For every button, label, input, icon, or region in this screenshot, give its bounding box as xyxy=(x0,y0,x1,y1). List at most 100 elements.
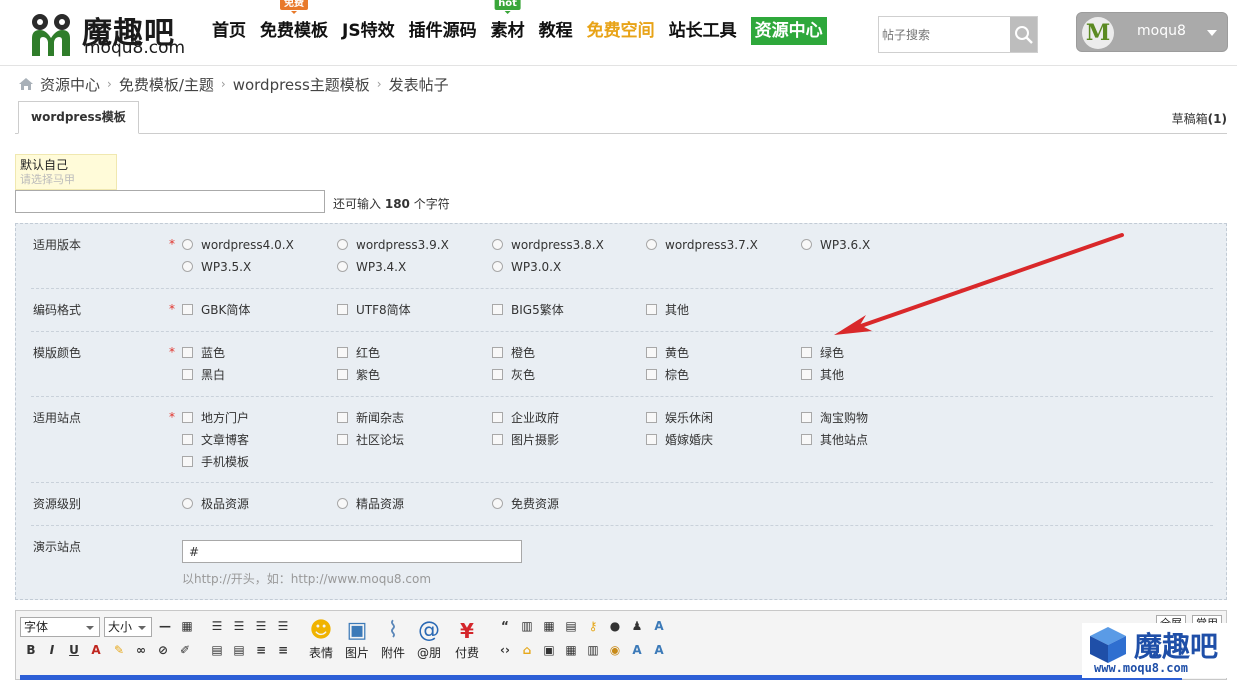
key-icon[interactable]: ⚷ xyxy=(584,617,602,635)
checkbox[interactable] xyxy=(801,369,812,380)
radio[interactable] xyxy=(492,239,503,250)
version-option[interactable]: wordpress3.7.X xyxy=(646,237,758,253)
layout-icon[interactable]: ▥ xyxy=(584,641,602,659)
site-option[interactable]: 娱乐休闲 xyxy=(646,410,713,426)
color-option[interactable]: 其他 xyxy=(801,367,844,383)
checkbox[interactable] xyxy=(492,412,503,423)
checkbox[interactable] xyxy=(337,412,348,423)
color-option[interactable]: 黄色 xyxy=(646,345,689,361)
home-icon[interactable] xyxy=(18,77,34,91)
color-option[interactable]: 棕色 xyxy=(646,367,689,383)
italic-button[interactable]: I xyxy=(43,641,61,659)
checkbox[interactable] xyxy=(182,412,193,423)
checkbox[interactable] xyxy=(182,456,193,467)
align-right-icon[interactable]: ☰ xyxy=(252,617,270,635)
ordered-list-icon[interactable]: ≡ xyxy=(252,641,270,659)
background-icon[interactable]: ◉ xyxy=(606,641,624,659)
highlight-icon[interactable]: ✎ xyxy=(110,641,128,659)
post-title-input[interactable] xyxy=(15,190,325,213)
checkbox[interactable] xyxy=(492,434,503,445)
table-icon[interactable]: ▦ xyxy=(178,617,196,635)
superscript-icon[interactable]: A xyxy=(650,641,668,659)
nav-resource-center[interactable]: 资源中心 xyxy=(750,17,827,45)
checkbox[interactable] xyxy=(646,304,657,315)
color-option[interactable]: 绿色 xyxy=(801,345,844,361)
color-option[interactable]: 橙色 xyxy=(492,345,535,361)
radio[interactable] xyxy=(182,239,193,250)
radio[interactable] xyxy=(801,239,812,250)
brush-icon[interactable]: ✐ xyxy=(176,641,194,659)
hide-content-icon[interactable]: ▤ xyxy=(562,617,580,635)
color-option[interactable]: 紫色 xyxy=(337,367,380,383)
checkbox[interactable] xyxy=(337,304,348,315)
attachment-button[interactable]: ⌇ 附件 xyxy=(376,617,410,665)
encoding-option[interactable]: GBK简体 xyxy=(182,302,250,318)
color-option[interactable]: 灰色 xyxy=(492,367,535,383)
encoding-option[interactable]: BIG5繁体 xyxy=(492,302,564,318)
version-option[interactable]: WP3.0.X xyxy=(492,259,561,275)
breadcrumb-wp-templates[interactable]: wordpress主题模板 xyxy=(233,74,370,95)
encoding-option[interactable]: UTF8简体 xyxy=(337,302,411,318)
qq-icon[interactable]: ♟ xyxy=(628,617,646,635)
radio[interactable] xyxy=(492,261,503,272)
checkbox[interactable] xyxy=(182,347,193,358)
align-center-icon[interactable]: ☰ xyxy=(230,617,248,635)
code-icon[interactable]: ▥ xyxy=(518,617,536,635)
checkbox[interactable] xyxy=(182,434,193,445)
horizontal-rule-icon[interactable]: — xyxy=(156,617,174,635)
nav-js-effects[interactable]: JS特效 xyxy=(342,14,395,48)
level-option[interactable]: 精品资源 xyxy=(337,496,404,512)
nav-materials[interactable]: hot 素材 xyxy=(491,0,525,48)
lock-icon[interactable]: ⌂ xyxy=(518,641,536,659)
breadcrumb-free-templates[interactable]: 免费模板/主题 xyxy=(119,74,214,95)
level-option[interactable]: 免费资源 xyxy=(492,496,559,512)
search-button[interactable] xyxy=(1010,17,1037,52)
demo-url-input[interactable] xyxy=(182,540,522,563)
site-option[interactable]: 企业政府 xyxy=(492,410,559,426)
nav-free-templates[interactable]: 免费 免费模板 xyxy=(260,0,328,48)
nav-free-hosting[interactable]: 免费空间 xyxy=(587,14,655,48)
site-logo[interactable]: 魔趣吧 moqu8.com xyxy=(28,8,198,58)
user-menu[interactable]: M moqu8 xyxy=(1076,12,1228,52)
checkbox[interactable] xyxy=(646,434,657,445)
radio[interactable] xyxy=(492,498,503,509)
breadcrumb-resource-center[interactable]: 资源中心 xyxy=(40,74,100,95)
checkbox[interactable] xyxy=(801,412,812,423)
unlink-icon[interactable]: ⊘ xyxy=(154,641,172,659)
image-button[interactable]: ▣ 图片 xyxy=(340,617,374,665)
subscript-icon[interactable]: A xyxy=(650,617,668,635)
search-input[interactable] xyxy=(879,17,1011,52)
site-option[interactable]: 淘宝购物 xyxy=(801,410,868,426)
checkbox[interactable] xyxy=(182,369,193,380)
version-option[interactable]: wordpress3.9.X xyxy=(337,237,449,253)
mention-button[interactable]: @ @朋 xyxy=(412,617,446,665)
site-option[interactable]: 手机模板 xyxy=(182,454,249,470)
nav-home[interactable]: 首页 xyxy=(212,14,246,48)
emoji-button[interactable]: ☻ 表情 xyxy=(304,617,338,665)
radio[interactable] xyxy=(337,239,348,250)
color-option[interactable]: 黑白 xyxy=(182,367,225,383)
font-style-icon[interactable]: A xyxy=(628,641,646,659)
version-option[interactable]: wordpress3.8.X xyxy=(492,237,604,253)
color-option[interactable]: 蓝色 xyxy=(182,345,225,361)
tab-wordpress-template[interactable]: wordpress模板 xyxy=(18,101,139,134)
align-justify-icon[interactable]: ☰ xyxy=(274,617,292,635)
version-option[interactable]: wordpress4.0.X xyxy=(182,237,294,253)
checkbox[interactable] xyxy=(801,434,812,445)
radio[interactable] xyxy=(337,498,348,509)
checkbox[interactable] xyxy=(801,347,812,358)
flash-icon[interactable]: ● xyxy=(606,617,624,635)
version-option[interactable]: WP3.5.X xyxy=(182,259,251,275)
drafts-link[interactable]: 草稿箱(1) xyxy=(1172,110,1227,127)
color-option[interactable]: 红色 xyxy=(337,345,380,361)
radio[interactable] xyxy=(337,261,348,272)
link-icon[interactable]: ∞ xyxy=(132,641,150,659)
checkbox[interactable] xyxy=(646,347,657,358)
nav-plugins[interactable]: 插件源码 xyxy=(409,14,477,48)
site-option[interactable]: 其他站点 xyxy=(801,432,868,448)
checkbox[interactable] xyxy=(646,412,657,423)
float-right-icon[interactable]: ▤ xyxy=(230,641,248,659)
nav-webmaster-tools[interactable]: 站长工具 xyxy=(669,14,737,48)
unordered-list-icon[interactable]: ≡ xyxy=(274,641,292,659)
site-option[interactable]: 文章博客 xyxy=(182,432,249,448)
